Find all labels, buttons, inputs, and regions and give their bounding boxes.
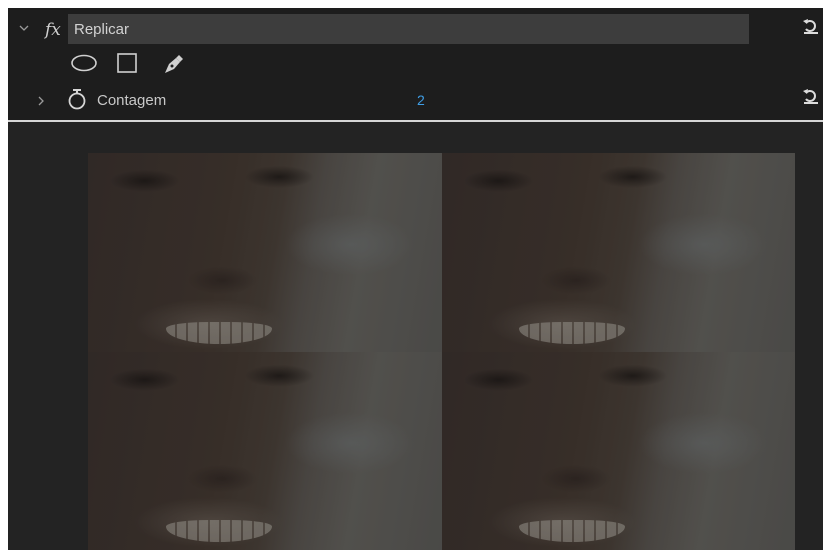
effect-header: fx Replicar Contagem 2 — [8, 8, 823, 122]
replicated-tile — [88, 351, 442, 550]
reset-parameter-icon[interactable] — [802, 86, 820, 112]
parameter-label: Contagem — [97, 92, 167, 109]
rectangle-mask-icon[interactable] — [116, 52, 138, 79]
reset-effect-icon[interactable] — [802, 16, 820, 42]
fx-toggle[interactable]: fx — [45, 20, 61, 40]
pen-mask-icon[interactable] — [162, 52, 186, 81]
effect-name-bar[interactable]: Replicar — [68, 14, 749, 44]
ellipse-mask-icon[interactable] — [70, 54, 98, 77]
stopwatch-icon[interactable] — [66, 87, 88, 116]
parameter-value[interactable]: 2 — [417, 92, 425, 108]
replicated-tile — [441, 153, 795, 352]
effect-name: Replicar — [74, 21, 130, 38]
chevron-right-icon[interactable] — [36, 95, 46, 109]
chevron-down-icon[interactable] — [18, 22, 30, 36]
replicated-tile — [441, 351, 795, 550]
program-preview — [88, 153, 795, 550]
replicated-tile — [88, 153, 442, 352]
effect-controls-panel: fx Replicar Contagem 2 — [8, 8, 823, 550]
